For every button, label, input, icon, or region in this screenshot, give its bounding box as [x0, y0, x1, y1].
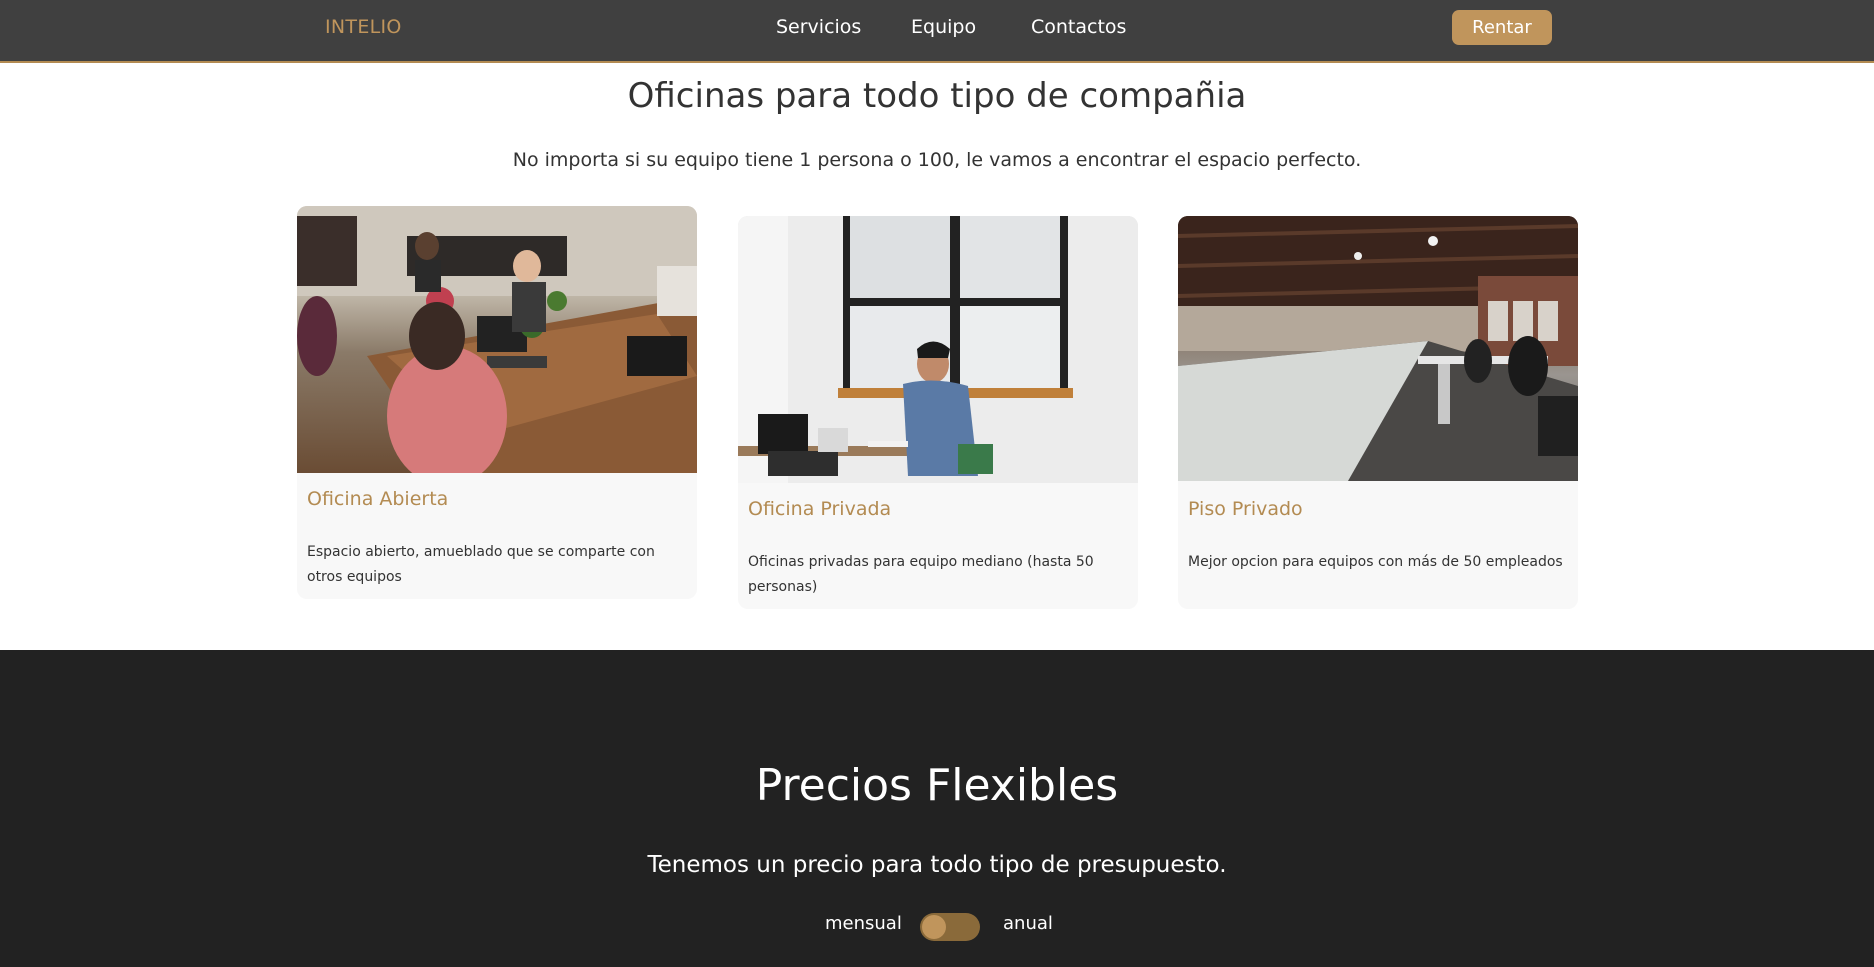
office-card-title: Piso Privado	[1188, 498, 1303, 520]
pricing-subtitle: Tenemos un precio para todo tipo de pres…	[647, 852, 1227, 878]
pricing-section: Precios Flexibles Tenemos un precio para…	[0, 650, 1874, 967]
nav-link-contactos[interactable]: Contactos	[1031, 16, 1126, 38]
office-card-description: Mejor opcion para equipos con más de 50 …	[1188, 554, 1563, 570]
open-floor-office-photo	[1178, 216, 1578, 481]
office-card-title: Oficina Abierta	[307, 488, 449, 510]
nav-link-equipo[interactable]: Equipo	[911, 16, 976, 38]
offices-title: Oficinas para todo tipo de compañia	[627, 76, 1247, 116]
top-navbar: INTELIO Servicios Equipo Contactos Renta…	[0, 0, 1874, 63]
office-card-piso[interactable]: Piso Privado Mejor opcion para equipos c…	[1178, 216, 1578, 609]
coworking-table-photo	[297, 206, 697, 473]
toggle-label-anual[interactable]: anual	[1003, 913, 1053, 934]
office-card-description: Espacio abierto, amueblado que se compar…	[307, 544, 655, 585]
brand-logo[interactable]: INTELIO	[325, 16, 402, 38]
rent-button[interactable]: Rentar	[1452, 10, 1552, 45]
office-card-privada[interactable]: Oficina Privada Oficinas privadas para e…	[738, 216, 1138, 609]
office-card-title: Oficina Privada	[748, 498, 892, 520]
man-at-desk-window-photo	[738, 216, 1138, 483]
toggle-knob	[922, 915, 946, 939]
billing-period-toggle[interactable]	[920, 913, 980, 941]
office-card-description: Oficinas privadas para equipo mediano (h…	[748, 554, 1094, 595]
office-card-abierta[interactable]: Oficina Abierta Espacio abierto, amuebla…	[297, 206, 697, 599]
pricing-title: Precios Flexibles	[755, 760, 1119, 811]
toggle-label-mensual[interactable]: mensual	[825, 913, 902, 934]
offices-subtitle: No importa si su equipo tiene 1 persona …	[512, 149, 1362, 171]
nav-link-servicios[interactable]: Servicios	[776, 16, 861, 38]
